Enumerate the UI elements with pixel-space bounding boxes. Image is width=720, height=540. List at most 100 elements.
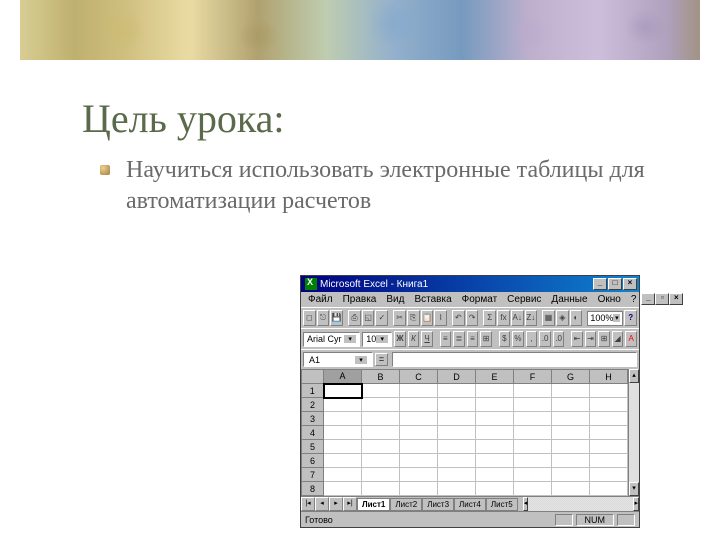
cell[interactable] xyxy=(552,384,590,398)
cell[interactable] xyxy=(324,454,362,468)
formula-input[interactable] xyxy=(392,352,637,367)
sheet-tab[interactable]: Лист3 xyxy=(422,498,454,511)
cell[interactable] xyxy=(362,454,400,468)
cell[interactable] xyxy=(476,398,514,412)
menu-insert[interactable]: Вставка xyxy=(409,293,456,306)
cell[interactable] xyxy=(514,412,552,426)
cell[interactable] xyxy=(590,398,628,412)
cell[interactable] xyxy=(438,384,476,398)
undo-icon[interactable]: ↶ xyxy=(452,310,465,326)
cell[interactable] xyxy=(590,468,628,482)
cell[interactable] xyxy=(400,384,438,398)
menu-format[interactable]: Формат xyxy=(457,293,503,306)
currency-icon[interactable]: $ xyxy=(499,331,511,347)
menu-edit[interactable]: Правка xyxy=(338,293,382,306)
cell[interactable] xyxy=(438,412,476,426)
row-header[interactable]: 5 xyxy=(302,440,324,454)
cell[interactable] xyxy=(514,454,552,468)
cell[interactable] xyxy=(438,468,476,482)
name-box[interactable]: A1 ▾ xyxy=(303,352,373,367)
cell[interactable] xyxy=(438,426,476,440)
cell[interactable] xyxy=(514,398,552,412)
row-header[interactable]: 3 xyxy=(302,412,324,426)
spellcheck-icon[interactable]: ✓ xyxy=(375,310,388,326)
cell[interactable] xyxy=(514,468,552,482)
cell[interactable] xyxy=(476,412,514,426)
fill-color-icon[interactable]: ◢ xyxy=(612,331,624,347)
doc-restore-button[interactable]: ▫ xyxy=(655,293,669,305)
select-all-corner[interactable] xyxy=(302,370,324,384)
tab-first-icon[interactable]: |◂ xyxy=(301,497,315,511)
col-header[interactable]: D xyxy=(438,370,476,384)
menu-view[interactable]: Вид xyxy=(381,293,409,306)
indent-increase-icon[interactable]: ⇥ xyxy=(585,331,597,347)
scroll-track[interactable] xyxy=(528,497,633,511)
cell[interactable] xyxy=(552,482,590,496)
cell[interactable] xyxy=(552,468,590,482)
col-header[interactable]: E xyxy=(476,370,514,384)
tab-prev-icon[interactable]: ◂ xyxy=(315,497,329,511)
font-name-combo[interactable]: Arial Cyr ▾ xyxy=(303,332,360,347)
chart-icon[interactable]: ▦ xyxy=(542,310,555,326)
indent-decrease-icon[interactable]: ⇤ xyxy=(571,331,583,347)
col-header[interactable]: B xyxy=(362,370,400,384)
cell[interactable] xyxy=(400,426,438,440)
tab-last-icon[interactable]: ▸| xyxy=(343,497,357,511)
cell[interactable] xyxy=(476,454,514,468)
cell[interactable] xyxy=(324,482,362,496)
cell[interactable] xyxy=(590,454,628,468)
open-icon[interactable]: ⎋ xyxy=(317,310,330,326)
preview-icon[interactable]: ◱ xyxy=(362,310,375,326)
col-header[interactable]: G xyxy=(552,370,590,384)
sort-desc-icon[interactable]: Z↓ xyxy=(525,310,538,326)
minimize-button[interactable]: _ xyxy=(593,278,607,290)
cell[interactable] xyxy=(400,482,438,496)
row-header[interactable]: 4 xyxy=(302,426,324,440)
cell[interactable] xyxy=(362,468,400,482)
cell[interactable] xyxy=(514,482,552,496)
cell[interactable] xyxy=(324,398,362,412)
cell[interactable] xyxy=(514,440,552,454)
cell[interactable] xyxy=(514,426,552,440)
scroll-track[interactable] xyxy=(629,383,639,482)
cell[interactable] xyxy=(552,426,590,440)
cell[interactable] xyxy=(400,454,438,468)
save-icon[interactable]: 💾 xyxy=(330,310,343,326)
menu-help[interactable]: ? xyxy=(626,293,642,306)
copy-icon[interactable]: ⎘ xyxy=(407,310,420,326)
doc-close-button[interactable]: × xyxy=(669,293,683,305)
cell[interactable] xyxy=(362,426,400,440)
cell[interactable] xyxy=(362,412,400,426)
horizontal-scrollbar[interactable]: ◂ ▸ xyxy=(523,497,639,511)
redo-icon[interactable]: ↷ xyxy=(466,310,479,326)
menu-window[interactable]: Окно xyxy=(593,293,626,306)
cell[interactable] xyxy=(476,440,514,454)
drawing-icon[interactable]: ◐ xyxy=(570,310,583,326)
autosum-icon[interactable]: Σ xyxy=(483,310,496,326)
cell[interactable] xyxy=(590,426,628,440)
cell[interactable] xyxy=(362,482,400,496)
cell[interactable] xyxy=(438,454,476,468)
cell[interactable] xyxy=(324,468,362,482)
font-color-icon[interactable]: A xyxy=(625,331,637,347)
cell[interactable] xyxy=(590,440,628,454)
sort-asc-icon[interactable]: A↓ xyxy=(511,310,524,326)
col-header[interactable]: H xyxy=(590,370,628,384)
tab-next-icon[interactable]: ▸ xyxy=(329,497,343,511)
zoom-combo[interactable]: 100% ▾ xyxy=(587,311,623,326)
sheet-tab[interactable]: Лист2 xyxy=(390,498,422,511)
paste-icon[interactable]: 📋 xyxy=(421,310,434,326)
maximize-button[interactable]: □ xyxy=(608,278,622,290)
cell[interactable] xyxy=(362,384,400,398)
align-center-icon[interactable]: ≣ xyxy=(453,331,465,347)
new-icon[interactable]: ◻ xyxy=(303,310,316,326)
close-button[interactable]: × xyxy=(623,278,637,290)
cell[interactable] xyxy=(400,398,438,412)
menu-tools[interactable]: Сервис xyxy=(502,293,546,306)
cell[interactable] xyxy=(400,412,438,426)
cell[interactable] xyxy=(552,440,590,454)
cell[interactable] xyxy=(438,482,476,496)
row-header[interactable]: 8 xyxy=(302,482,324,496)
equals-button[interactable]: = xyxy=(375,353,388,366)
cell[interactable] xyxy=(362,398,400,412)
